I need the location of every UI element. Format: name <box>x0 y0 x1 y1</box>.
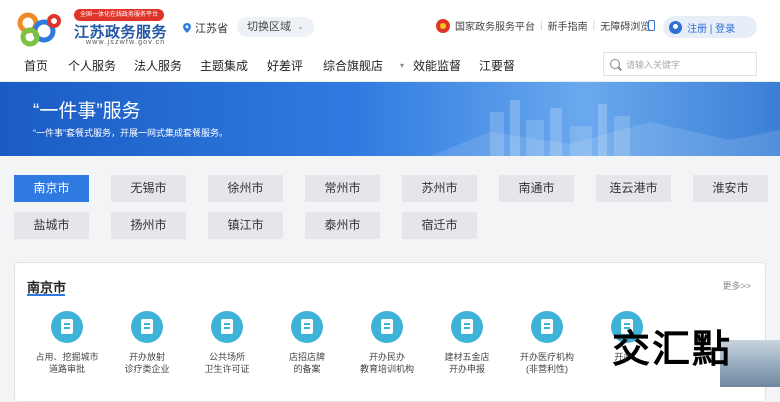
service-item[interactable]: 开办医疗机构 (非营利性) <box>511 311 583 375</box>
city-tab-nanjing[interactable]: 南京市 <box>14 175 89 202</box>
service-label: 公共场所 卫生许可证 <box>204 352 250 374</box>
chevron-down-icon: ▾ <box>400 61 405 70</box>
service-item[interactable]: 开办放射 诊疗类企业 <box>111 311 183 375</box>
city-tab-taizhou[interactable]: 泰州市 <box>305 212 380 239</box>
search-input[interactable]: 请输入关键字 <box>603 52 757 76</box>
page-subtitle: “一件事”套餐式服务，开展一网式集成套餐服务。 <box>33 128 228 138</box>
switch-region-label: 切换区域 <box>247 21 291 33</box>
search-placeholder: 请输入关键字 <box>626 59 681 70</box>
link-beginner-guide[interactable]: 新手指南 <box>548 18 588 33</box>
certificate-icon <box>211 311 243 343</box>
logo-mark-icon <box>17 12 61 47</box>
national-emblem-icon <box>436 18 450 33</box>
banner-decoration <box>430 100 780 156</box>
link-accessibility[interactable]: 无障碍浏览 <box>600 18 650 33</box>
nav-item-personal[interactable]: 个人服务 <box>68 57 116 74</box>
city-tab-yancheng[interactable]: 盐城市 <box>14 212 89 239</box>
nav-item-legal-person[interactable]: 法人服务 <box>134 57 182 74</box>
nav-item-themes[interactable]: 主题集成 <box>200 57 248 74</box>
road-icon <box>51 311 83 343</box>
divider: | <box>592 20 596 31</box>
banner: “一件事”服务 “一件事”套餐式服务，开展一网式集成套餐服务。 <box>0 82 780 156</box>
divider: | <box>540 20 543 31</box>
switch-region-button[interactable]: 切换区域 ⌄ <box>237 17 314 37</box>
current-location: 江苏省 <box>183 20 228 36</box>
service-label: 占用、挖掘城市 道路审批 <box>35 352 99 374</box>
service-label: 开办放射 诊疗类企业 <box>124 352 170 374</box>
book-icon <box>371 311 403 343</box>
site-url: www.jszwfw.gov.cn <box>86 39 166 46</box>
document-icon <box>131 311 163 343</box>
tools-icon <box>451 311 483 343</box>
location-pin-icon <box>183 23 191 33</box>
city-tab-wuxi[interactable]: 无锡市 <box>111 175 186 202</box>
mobile-icon[interactable] <box>648 20 655 31</box>
top-links: 国家政务服务平台 | 新手指南 | 无障碍浏览 <box>436 18 650 33</box>
user-icon <box>669 20 682 34</box>
site-logo[interactable]: 全国一体化在线政务服务平台 江苏政务服务 www.jszwfw.gov.cn <box>14 9 167 49</box>
nav-item-jiangyaodu[interactable]: 江要督 <box>479 57 515 74</box>
nav-item-home[interactable]: 首页 <box>24 57 48 74</box>
medical-icon <box>531 311 563 343</box>
link-national-platform[interactable]: 国家政务服务平台 <box>455 18 535 33</box>
nav-item-supervision[interactable]: 效能监督 <box>413 57 461 74</box>
service-label: 开办民办 教育培训机构 <box>359 352 414 374</box>
service-label: 建材五金店 开办申报 <box>444 352 490 374</box>
city-tab-yangzhou[interactable]: 扬州市 <box>111 212 186 239</box>
service-item[interactable]: 占用、挖掘城市 道路审批 <box>31 311 103 375</box>
service-label: 开办医疗机构 (非营利性) <box>519 352 574 374</box>
more-link[interactable]: 更多>> <box>722 279 751 292</box>
city-tab-lianyungang[interactable]: 连云港市 <box>596 175 671 202</box>
platform-badge: 全国一体化在线政务服务平台 <box>74 9 165 21</box>
nav-item-flagship[interactable]: 综合旗舰店 <box>323 57 383 74</box>
watermark-logo: 交汇點 <box>612 326 733 371</box>
service-item[interactable]: 建材五金店 开办申报 <box>431 311 503 375</box>
location-label: 江苏省 <box>195 23 228 35</box>
city-tab-suzhou[interactable]: 苏州市 <box>402 175 477 202</box>
city-tab-huaian[interactable]: 淮安市 <box>693 175 768 202</box>
page-title: “一件事”服务 <box>33 101 141 122</box>
shield-icon <box>291 311 323 343</box>
city-tab-suqian[interactable]: 宿迁市 <box>402 212 477 239</box>
nav-item-evaluation[interactable]: 好差评 <box>267 57 303 74</box>
service-label: 店招店牌 的备案 <box>288 352 325 374</box>
chevron-down-icon: ⌄ <box>297 22 304 31</box>
search-icon <box>610 59 620 69</box>
login-label: 注册 | 登录 <box>687 23 736 35</box>
login-button[interactable]: 注册 | 登录 <box>663 16 757 38</box>
city-tab-changzhou[interactable]: 常州市 <box>305 175 380 202</box>
city-tab-xuzhou[interactable]: 徐州市 <box>208 175 283 202</box>
service-item[interactable]: 公共场所 卫生许可证 <box>191 311 263 375</box>
service-item[interactable]: 开办民办 教育培训机构 <box>351 311 423 375</box>
city-tab-zhenjiang[interactable]: 镇江市 <box>208 212 283 239</box>
service-item[interactable]: 店招店牌 的备案 <box>271 311 343 375</box>
title-underline <box>27 294 65 296</box>
top-bar: 全国一体化在线政务服务平台 江苏政务服务 www.jszwfw.gov.cn 江… <box>0 0 780 52</box>
city-tab-nantong[interactable]: 南通市 <box>499 175 574 202</box>
